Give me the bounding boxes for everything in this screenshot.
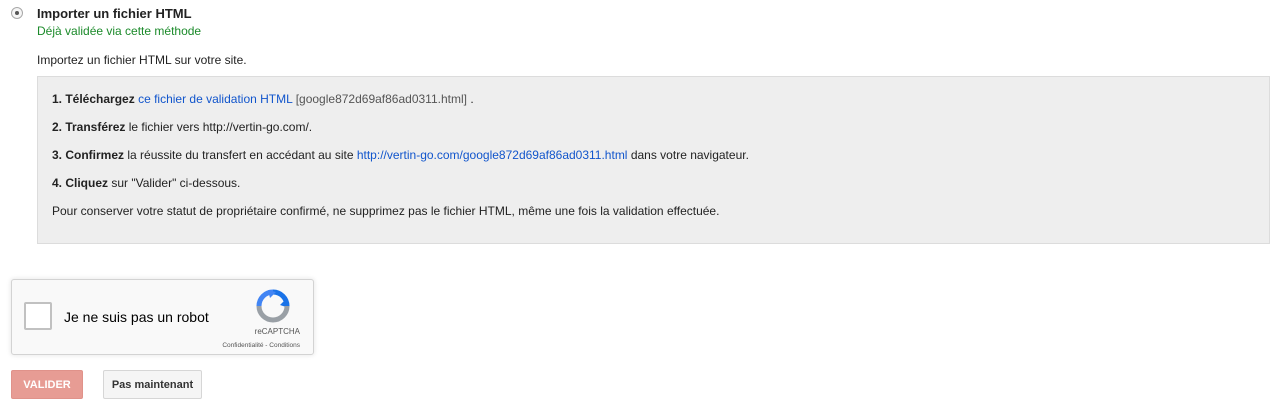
verification-url-link[interactable]: http://vertin-go.com/google872d69af86ad0… (357, 148, 628, 162)
validation-filename: [google872d69af86ad0311.html] (295, 92, 467, 106)
validation-file-link[interactable]: ce fichier de validation HTML (138, 92, 292, 106)
step-1-heading: 1. Téléchargez (52, 92, 135, 106)
step-3-heading: 3. Confirmez (52, 148, 125, 162)
recaptcha-brand: reCAPTCHA (254, 327, 300, 336)
step-3: 3. Confirmez la réussite du transfert en… (52, 148, 749, 162)
step-4-heading: 4. Cliquez (52, 176, 109, 190)
recaptcha-label: Je ne suis pas un robot (64, 309, 209, 325)
method-intro: Importez un fichier HTML sur votre site. (37, 53, 247, 67)
keep-file-note: Pour conserver votre statut de propriéta… (52, 204, 720, 218)
step-1-tail: . (470, 92, 474, 106)
recaptcha-logo-icon (256, 289, 290, 323)
step-4-text: sur "Valider" ci-dessous. (111, 176, 241, 190)
step-3-tail: dans votre navigateur. (630, 148, 749, 162)
not-now-button[interactable]: Pas maintenant (103, 370, 202, 399)
recaptcha-terms-link[interactable]: Confidentialité - Conditions (222, 342, 300, 349)
recaptcha-widget: Je ne suis pas un robot reCAPTCHA Confid… (11, 279, 314, 355)
verify-button[interactable]: VALIDER (11, 370, 83, 399)
method-title: Importer un fichier HTML (37, 6, 192, 21)
step-1: 1. Téléchargez ce fichier de validation … (52, 92, 474, 106)
step-4: 4. Cliquez sur "Valider" ci-dessous. (52, 176, 240, 190)
step-2: 2. Transférez le fichier vers http://ver… (52, 120, 312, 134)
recaptcha-checkbox[interactable] (24, 302, 52, 330)
step-3-text: la réussite du transfert en accédant au … (127, 148, 354, 162)
step-2-heading: 2. Transférez (52, 120, 126, 134)
radio-selected-icon[interactable] (11, 7, 23, 19)
step-2-text: le fichier vers http://vertin-go.com/. (128, 120, 313, 134)
instructions-box: 1. Téléchargez ce fichier de validation … (37, 76, 1270, 244)
method-status: Déjà validée via cette méthode (37, 24, 202, 38)
